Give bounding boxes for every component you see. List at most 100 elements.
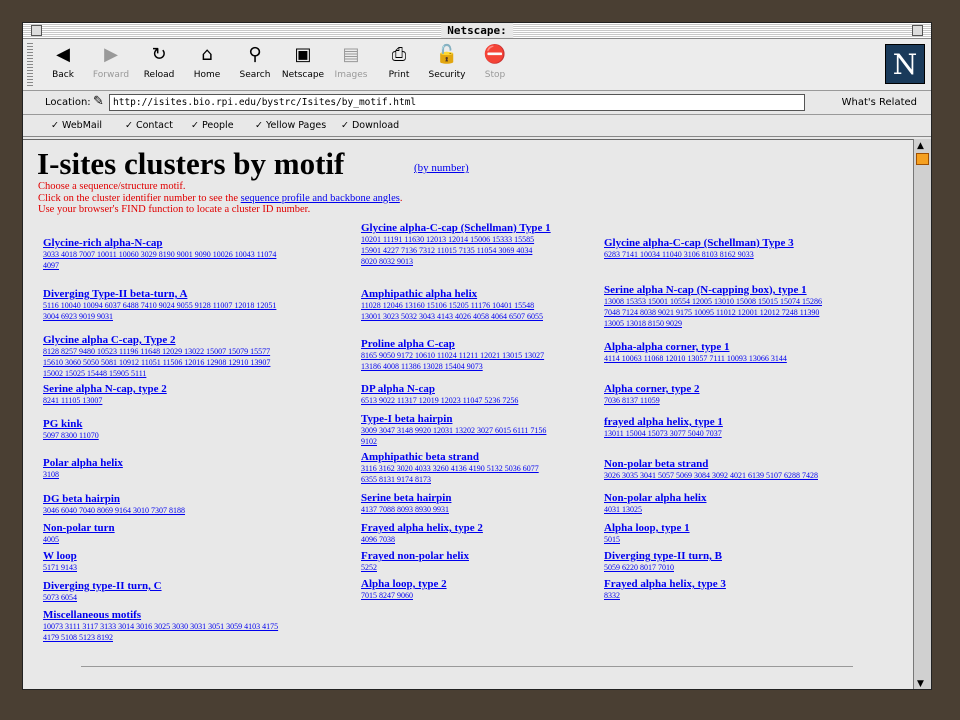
motif-name-link[interactable]: DP alpha N-cap bbox=[361, 383, 599, 395]
cluster-id-links[interactable]: 5171 9143 bbox=[43, 563, 343, 573]
cluster-id-links[interactable]: 4137 7088 8093 8930 9931 bbox=[361, 505, 599, 515]
cluster-id-links[interactable]: 15002 15025 15448 15905 5111 bbox=[43, 369, 343, 379]
cluster-id-links[interactable]: 7048 7124 8038 9021 9175 10095 11012 120… bbox=[604, 308, 904, 318]
motif-name-link[interactable]: W loop bbox=[43, 550, 343, 562]
cluster-id-links[interactable]: 9102 bbox=[361, 437, 599, 447]
title-bar[interactable]: Netscape: bbox=[23, 23, 931, 39]
print-button[interactable]: ⎙ Print bbox=[375, 43, 423, 80]
cluster-id-links[interactable]: 7036 8137 11059 bbox=[604, 396, 904, 406]
motif-name-link[interactable]: Glycine alpha C-cap, Type 2 bbox=[43, 334, 343, 346]
cluster-id-links[interactable]: 13008 15353 15001 10554 12005 13010 1500… bbox=[604, 297, 904, 307]
images-button[interactable]: ▤ Images bbox=[327, 43, 375, 80]
bookmark-yellow-pages[interactable]: ✓ Yellow Pages bbox=[255, 120, 326, 131]
motif-name-link[interactable]: Diverging Type-II beta-turn, A bbox=[43, 288, 343, 300]
cluster-id-links[interactable]: 3004 6923 9019 9031 bbox=[43, 312, 343, 322]
motif-name-link[interactable]: Glycine alpha-C-cap (Schellman) Type 3 bbox=[604, 237, 904, 249]
cluster-id-links[interactable]: 3033 4018 7007 10011 10060 3029 8190 900… bbox=[43, 250, 343, 260]
search-button[interactable]: ⚲ Search bbox=[231, 43, 279, 80]
toolbar-grip[interactable] bbox=[27, 43, 33, 87]
motif-name-link[interactable]: Frayed alpha helix, type 3 bbox=[604, 578, 904, 590]
motif-name-link[interactable]: Serine alpha N-cap (N-capping box), type… bbox=[604, 284, 904, 296]
cluster-id-links[interactable]: 3026 3035 3041 5057 5069 3084 3092 4021 … bbox=[604, 471, 904, 481]
cluster-id-links[interactable]: 8241 11105 13007 bbox=[43, 396, 343, 406]
motif-name-link[interactable]: Serine beta hairpin bbox=[361, 492, 599, 504]
back-button[interactable]: ◀ Back bbox=[39, 43, 87, 80]
cluster-id-links[interactable]: 15901 4227 7136 7312 11015 7135 11054 30… bbox=[361, 246, 599, 256]
cluster-id-links[interactable]: 10073 3111 3117 3133 3014 3016 3025 3030… bbox=[43, 622, 343, 632]
motif-name-link[interactable]: Amphipathic alpha helix bbox=[361, 288, 599, 300]
motif-name-link[interactable]: Alpha-alpha corner, type 1 bbox=[604, 341, 904, 353]
home-button[interactable]: ⌂ Home bbox=[183, 43, 231, 80]
cluster-id-links[interactable]: 3009 3047 3148 9920 12031 13202 3027 601… bbox=[361, 426, 599, 436]
cluster-id-links[interactable]: 6355 8131 9174 8173 bbox=[361, 475, 599, 485]
netscape-button[interactable]: ▣ Netscape bbox=[279, 43, 327, 80]
bookmark-webmail[interactable]: ✓ WebMail bbox=[51, 120, 102, 131]
cluster-id-links[interactable]: 4096 7038 bbox=[361, 535, 599, 545]
bookmark-download[interactable]: ✓ Download bbox=[341, 120, 399, 131]
bookmark-people[interactable]: ✓ People bbox=[191, 120, 234, 131]
url-field[interactable] bbox=[109, 94, 805, 111]
motif-name-link[interactable]: PG kink bbox=[43, 418, 343, 430]
page-proxy-icon[interactable]: ✎ bbox=[93, 94, 104, 109]
vertical-scrollbar[interactable]: ▲ ▼ bbox=[913, 139, 931, 689]
whats-related-button[interactable]: What's Related bbox=[842, 97, 917, 108]
motif-name-link[interactable]: Amphipathic beta strand bbox=[361, 451, 599, 463]
close-box[interactable] bbox=[31, 25, 42, 36]
stop-button[interactable]: ⛔ Stop bbox=[471, 43, 519, 80]
motif-name-link[interactable]: Diverging type-II turn, C bbox=[43, 580, 343, 592]
netscape-logo[interactable]: N bbox=[885, 44, 925, 84]
cluster-id-links[interactable]: 4005 bbox=[43, 535, 343, 545]
motif-name-link[interactable]: Frayed alpha helix, type 2 bbox=[361, 522, 599, 534]
forward-button[interactable]: ▶ Forward bbox=[87, 43, 135, 80]
motif-name-link[interactable]: Non-polar alpha helix bbox=[604, 492, 904, 504]
scroll-thumb[interactable] bbox=[916, 153, 929, 165]
motif-name-link[interactable]: Non-polar turn bbox=[43, 522, 343, 534]
cluster-id-links[interactable]: 4031 13025 bbox=[604, 505, 904, 515]
scroll-down-arrow-icon[interactable]: ▼ bbox=[917, 679, 924, 689]
cluster-id-links[interactable]: 4097 bbox=[43, 261, 343, 271]
cluster-id-links[interactable]: 3108 bbox=[43, 470, 343, 480]
cluster-id-links[interactable]: 5116 10040 10094 6037 6488 7410 9024 905… bbox=[43, 301, 343, 311]
cluster-id-links[interactable]: 11028 12046 13160 15106 15205 11176 1040… bbox=[361, 301, 599, 311]
motif-name-link[interactable]: Proline alpha C-cap bbox=[361, 338, 599, 350]
motif-name-link[interactable]: Alpha corner, type 2 bbox=[604, 383, 904, 395]
cluster-id-links[interactable]: 7015 8247 9060 bbox=[361, 591, 599, 601]
cluster-id-links[interactable]: 13011 15004 15073 3077 5040 7037 bbox=[604, 429, 904, 439]
cluster-id-links[interactable]: 5015 bbox=[604, 535, 904, 545]
motif-name-link[interactable]: Glycine alpha-C-cap (Schellman) Type 1 bbox=[361, 222, 599, 234]
motif-name-link[interactable]: Alpha loop, type 1 bbox=[604, 522, 904, 534]
motif-name-link[interactable]: frayed alpha helix, type 1 bbox=[604, 416, 904, 428]
sequence-profile-link[interactable]: sequence profile and backbone angles bbox=[241, 193, 400, 204]
cluster-id-links[interactable]: 3116 3162 3020 4033 3260 4136 4190 5132 … bbox=[361, 464, 599, 474]
cluster-id-links[interactable]: 15610 3060 5050 5081 10912 11051 11506 1… bbox=[43, 358, 343, 368]
cluster-id-links[interactable]: 8020 8032 9013 bbox=[361, 257, 599, 267]
motif-name-link[interactable]: Non-polar beta strand bbox=[604, 458, 904, 470]
motif-name-link[interactable]: Frayed non-polar helix bbox=[361, 550, 599, 562]
by-number-link[interactable]: (by number) bbox=[414, 162, 469, 174]
cluster-id-links[interactable]: 5097 8300 11070 bbox=[43, 431, 343, 441]
cluster-id-links[interactable]: 5059 6220 8017 7010 bbox=[604, 563, 904, 573]
motif-name-link[interactable]: DG beta hairpin bbox=[43, 493, 343, 505]
scroll-up-arrow-icon[interactable]: ▲ bbox=[917, 141, 924, 151]
cluster-id-links[interactable]: 4179 5108 5123 8192 bbox=[43, 633, 343, 643]
cluster-id-links[interactable]: 3046 6040 7040 8069 9164 3010 7307 8188 bbox=[43, 506, 343, 516]
cluster-id-links[interactable]: 4114 10063 11068 12010 13057 7111 10093 … bbox=[604, 354, 904, 364]
cluster-id-links[interactable]: 5252 bbox=[361, 563, 599, 573]
motif-name-link[interactable]: Polar alpha helix bbox=[43, 457, 343, 469]
cluster-id-links[interactable]: 8332 bbox=[604, 591, 904, 601]
cluster-id-links[interactable]: 13186 4008 11386 13028 15404 9073 bbox=[361, 362, 599, 372]
zoom-box[interactable] bbox=[912, 25, 923, 36]
bookmark-contact[interactable]: ✓ Contact bbox=[125, 120, 173, 131]
security-button[interactable]: 🔓 Security bbox=[423, 43, 471, 80]
reload-button[interactable]: ↻ Reload bbox=[135, 43, 183, 80]
cluster-id-links[interactable]: 5073 6054 bbox=[43, 593, 343, 603]
motif-name-link[interactable]: Diverging type-II turn, B bbox=[604, 550, 904, 562]
motif-name-link[interactable]: Miscellaneous motifs bbox=[43, 609, 343, 621]
cluster-id-links[interactable]: 8165 9050 9172 10610 11024 11211 12021 1… bbox=[361, 351, 599, 361]
motif-name-link[interactable]: Type-I beta hairpin bbox=[361, 413, 599, 425]
motif-name-link[interactable]: Alpha loop, type 2 bbox=[361, 578, 599, 590]
cluster-id-links[interactable]: 13001 3023 5032 3043 4143 4026 4058 4064… bbox=[361, 312, 599, 322]
motif-name-link[interactable]: Serine alpha N-cap, type 2 bbox=[43, 383, 343, 395]
cluster-id-links[interactable]: 6283 7141 10034 11040 3106 8103 8162 903… bbox=[604, 250, 904, 260]
cluster-id-links[interactable]: 6513 9022 11317 12019 12023 11047 5236 7… bbox=[361, 396, 599, 406]
